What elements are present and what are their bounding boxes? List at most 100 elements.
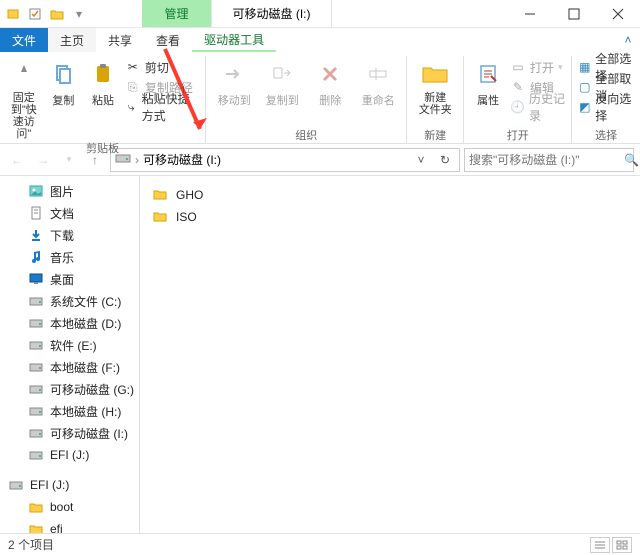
window-controls [508, 0, 640, 27]
tree-item[interactable]: 可移动磁盘 (G:) [0, 378, 139, 400]
copy-to-icon [266, 58, 298, 90]
tree-item[interactable]: 图片 [0, 180, 139, 202]
delete-button[interactable]: 删除 [308, 56, 352, 108]
rename-icon [362, 58, 394, 90]
tree-item[interactable]: 软件 (E:) [0, 334, 139, 356]
refresh-button[interactable]: ↻ [435, 149, 455, 171]
qat-dropdown-icon[interactable]: ▾ [70, 5, 88, 23]
tree-item[interactable]: EFI (J:) [0, 444, 139, 466]
drive-icon [28, 359, 44, 375]
group-label-clipboard: 剪贴板 [86, 140, 119, 156]
paste-shortcut-button[interactable]: ⤷粘贴快捷方式 [125, 98, 199, 116]
history-icon: 🕘 [510, 99, 525, 115]
search-icon[interactable]: 🔍 [624, 153, 639, 167]
minimize-button[interactable] [508, 0, 552, 27]
folder-icon [28, 521, 44, 533]
rename-button[interactable]: 重命名 [356, 56, 400, 108]
tree-item[interactable]: 本地磁盘 (D:) [0, 312, 139, 334]
tree-item-label: 本地磁盘 (F:) [50, 359, 120, 376]
desktop-icon [28, 271, 44, 287]
group-label-new: 新建 [424, 127, 446, 143]
tree-item[interactable]: 本地磁盘 (F:) [0, 356, 139, 378]
select-all-icon: ▦ [578, 59, 591, 75]
search-input[interactable] [469, 153, 624, 167]
tree-item-label: EFI (J:) [50, 448, 89, 462]
contextual-tab-header: 管理 可移动磁盘 (I:) [142, 0, 332, 27]
item-count: 2 个项目 [8, 536, 54, 553]
new-folder-icon [419, 58, 451, 90]
copy-path-icon: ⎘ [125, 79, 141, 95]
drive-icon [8, 477, 24, 493]
ribbon-group-clipboard: 固定到"快 速访问" 复制 粘贴 ✂剪切 ⎘复制路径 ⤷粘贴快捷方式 剪贴板 [0, 56, 206, 143]
open-button[interactable]: ▭打开▾ [510, 58, 565, 76]
music-icon [28, 249, 44, 265]
tree-item[interactable]: 下载 [0, 224, 139, 246]
ribbon-collapse-icon[interactable]: ˄ [616, 28, 640, 52]
close-button[interactable] [596, 0, 640, 27]
address-box[interactable]: › 可移动磁盘 (I:) ˅ ↻ [110, 148, 460, 172]
tree-item[interactable]: 系统文件 (C:) [0, 290, 139, 312]
copy-icon [47, 58, 79, 90]
move-to-button[interactable]: 移动到 [212, 56, 256, 108]
tab-view[interactable]: 查看 [144, 28, 192, 52]
file-name: ISO [176, 210, 197, 224]
recent-dropdown[interactable]: ▾ [58, 149, 80, 171]
tree-item-label: boot [50, 500, 73, 514]
address-dropdown-icon[interactable]: ˅ [411, 149, 431, 171]
new-folder-button[interactable]: 新建 文件夹 [413, 56, 457, 116]
search-box[interactable]: 🔍 [464, 148, 634, 172]
tab-share[interactable]: 共享 [96, 28, 144, 52]
folder-icon [152, 186, 168, 205]
file-name: GHO [176, 188, 203, 202]
tree-item-label: 软件 (E:) [50, 337, 97, 354]
shortcut-icon: ⤷ [125, 99, 138, 115]
drive-icon [28, 315, 44, 331]
file-item[interactable]: GHO [152, 184, 628, 206]
tree-item[interactable]: 桌面 [0, 268, 139, 290]
tab-home[interactable]: 主页 [48, 28, 96, 52]
navigation-tree[interactable]: 图片文档下载音乐桌面系统文件 (C:) 本地磁盘 (D:) 软件 (E:) 本地磁盘 … [0, 176, 140, 533]
tree-item-label: 本地磁盘 (D:) [50, 315, 121, 332]
ribbon-group-new: 新建 文件夹 新建 [407, 56, 464, 143]
copy-button[interactable]: 复制 [46, 56, 82, 108]
tree-item-label: 可移动磁盘 (G:) [50, 381, 134, 398]
thumbnails-view-button[interactable] [612, 537, 632, 553]
cut-button[interactable]: ✂剪切 [125, 58, 199, 76]
tree-item-label: 可移动磁盘 (I:) [50, 425, 128, 442]
pin-icon [8, 58, 40, 90]
copy-path-button[interactable]: ⎘复制路径 [125, 78, 199, 96]
invert-selection-button[interactable]: ◩反向选择 [578, 98, 634, 116]
tree-item[interactable]: 音乐 [0, 246, 139, 268]
tree-item-label: 桌面 [50, 271, 74, 288]
breadcrumb-location[interactable]: 可移动磁盘 (I:) [143, 151, 221, 168]
qat-checkbox-icon[interactable] [26, 5, 44, 23]
tab-drive-tools[interactable]: 驱动器工具 [192, 28, 276, 52]
tree-item[interactable]: boot [0, 496, 139, 518]
file-list[interactable]: GHO ISO [140, 176, 640, 533]
tree-item[interactable]: 可移动磁盘 (I:) [0, 422, 139, 444]
drive-icon [28, 337, 44, 353]
tree-item[interactable]: 本地磁盘 (H:) [0, 400, 139, 422]
move-to-icon [218, 58, 250, 90]
qat-folder-icon[interactable] [48, 5, 66, 23]
copy-to-button[interactable]: 复制到 [260, 56, 304, 108]
window-title: 可移动磁盘 (I:) [212, 0, 332, 27]
tree-item[interactable]: EFI (J:) [0, 474, 139, 496]
tree-item[interactable]: 文档 [0, 202, 139, 224]
maximize-button[interactable] [552, 0, 596, 27]
forward-button[interactable]: → [32, 149, 54, 171]
tab-file[interactable]: 文件 [0, 28, 48, 52]
back-button[interactable]: ← [6, 149, 28, 171]
paste-button[interactable]: 粘贴 [85, 56, 121, 108]
tree-item[interactable]: efi [0, 518, 139, 533]
pin-quick-access-button[interactable]: 固定到"快 速访问" [6, 56, 42, 140]
tree-item-label: 本地磁盘 (H:) [50, 403, 121, 420]
details-view-button[interactable] [590, 537, 610, 553]
file-item[interactable]: ISO [152, 206, 628, 228]
properties-button[interactable]: 属性 [470, 56, 506, 108]
edit-icon: ✎ [510, 79, 526, 95]
history-button[interactable]: 🕘历史记录 [510, 98, 565, 116]
properties-icon [472, 58, 504, 90]
invert-selection-icon: ◩ [578, 99, 591, 115]
cut-icon: ✂ [125, 59, 141, 75]
